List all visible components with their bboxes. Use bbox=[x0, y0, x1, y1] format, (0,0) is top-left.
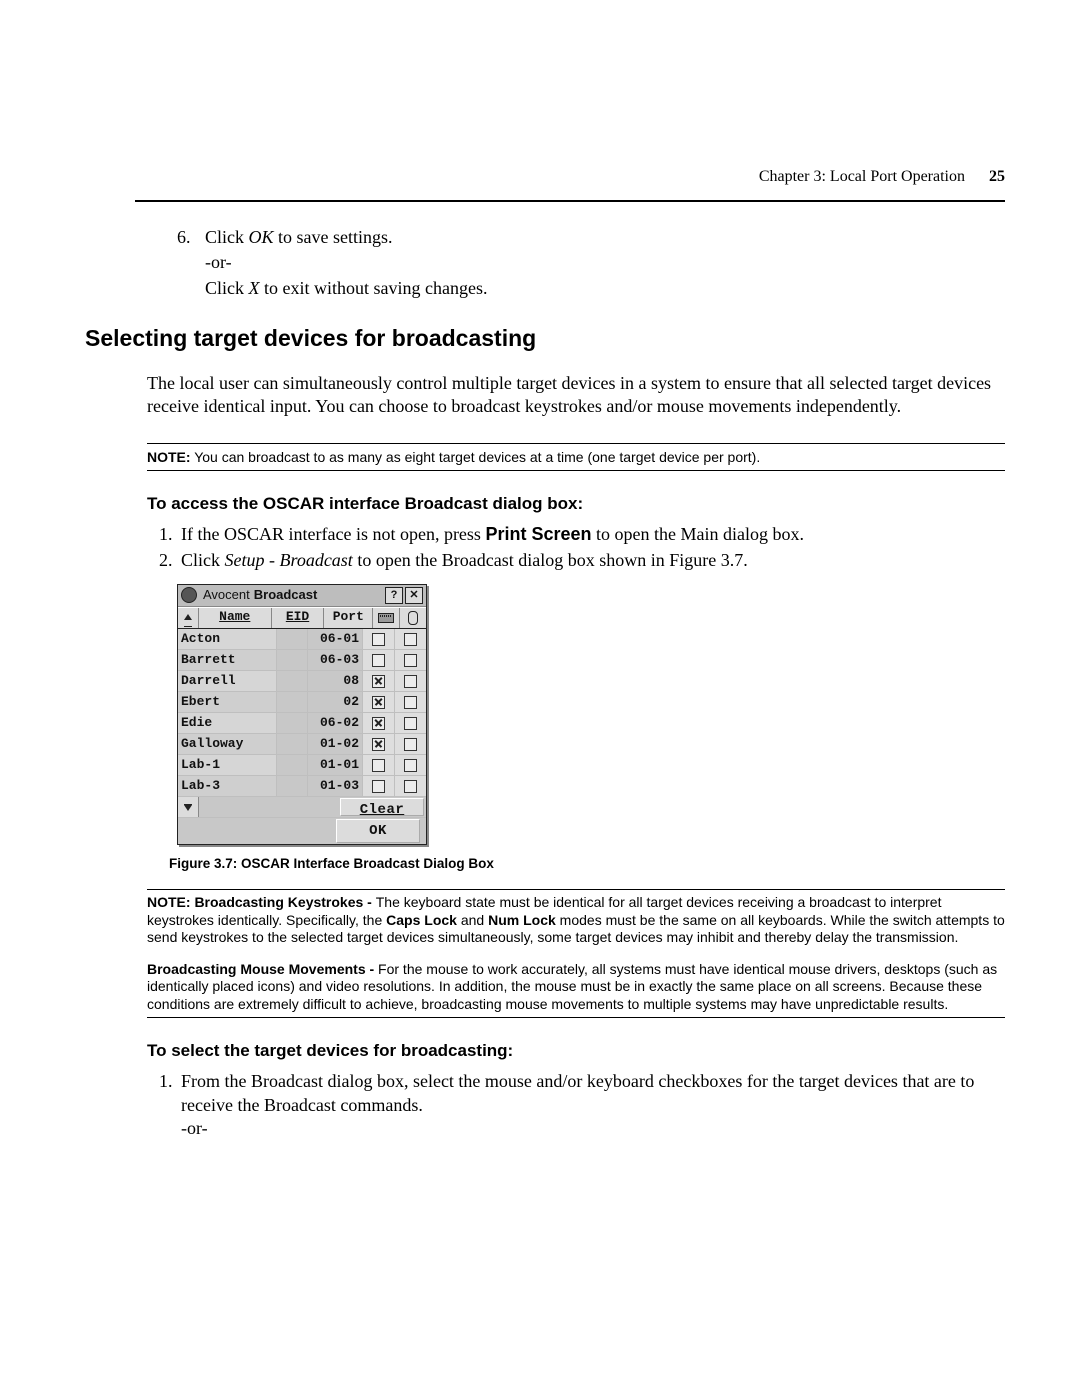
mouse-checkbox[interactable] bbox=[395, 629, 426, 649]
table-row: Acton 06-01 bbox=[178, 629, 426, 650]
cell-port: 01-02 bbox=[308, 734, 363, 754]
column-port[interactable]: Port bbox=[324, 608, 373, 628]
clear-button[interactable]: Clear bbox=[340, 798, 424, 816]
note-keystrokes: NOTE: Broadcasting Keystrokes - The keyb… bbox=[147, 889, 1005, 947]
close-button[interactable]: ✕ bbox=[405, 587, 423, 604]
help-button[interactable]: ? bbox=[385, 587, 403, 604]
cell-name: Lab-3 bbox=[178, 776, 277, 796]
cell-port: 06-02 bbox=[308, 713, 363, 733]
cell-name: Darrell bbox=[178, 671, 277, 691]
note-mouse: Broadcasting Mouse Movements - For the m… bbox=[147, 961, 1005, 1019]
steps-select: From the Broadcast dialog box, select th… bbox=[147, 1070, 1005, 1140]
step-1: If the OSCAR interface is not open, pres… bbox=[177, 523, 1005, 546]
ok-button[interactable]: OK bbox=[336, 819, 420, 843]
table-row: Lab-1 01-01 bbox=[178, 755, 426, 776]
table-row: Lab-3 01-03 bbox=[178, 776, 426, 797]
keyboard-checkbox[interactable] bbox=[363, 650, 395, 670]
keyboard-checkbox[interactable] bbox=[363, 755, 395, 775]
step-number: 6. bbox=[177, 226, 191, 249]
table-row: Ebert 02 bbox=[178, 692, 426, 713]
broadcast-dialog: Avocent Broadcast ? ✕ Name EID Port Acto… bbox=[177, 584, 427, 846]
figure-caption: Figure 3.7: OSCAR Interface Broadcast Di… bbox=[169, 855, 1005, 873]
cell-port: 06-03 bbox=[308, 650, 363, 670]
cell-port: 06-01 bbox=[308, 629, 363, 649]
keyboard-checkbox[interactable] bbox=[363, 692, 395, 712]
column-name[interactable]: Name bbox=[199, 608, 272, 628]
continued-step-6: 6. Click OK to save settings. -or- Click… bbox=[135, 226, 1005, 300]
cell-name: Galloway bbox=[178, 734, 277, 754]
cell-name: Barrett bbox=[178, 650, 277, 670]
note2-label: NOTE: Broadcasting Keystrokes - bbox=[147, 894, 376, 910]
arrow-down-icon bbox=[184, 805, 192, 811]
cell-port: 01-01 bbox=[308, 755, 363, 775]
cell-port: 01-03 bbox=[308, 776, 363, 796]
dialog-brand: Avocent bbox=[203, 587, 250, 604]
cell-port: 08 bbox=[308, 671, 363, 691]
mouse-checkbox[interactable] bbox=[395, 650, 426, 670]
page-header: Chapter 3: Local Port Operation 25 bbox=[135, 168, 1005, 202]
keyboard-icon bbox=[378, 613, 394, 623]
keyboard-checkbox[interactable] bbox=[363, 671, 395, 691]
chapter-label: Chapter 3: Local Port Operation bbox=[759, 168, 965, 185]
column-eid[interactable]: EID bbox=[272, 608, 325, 628]
arrow-up-icon bbox=[184, 614, 192, 620]
note-label: NOTE: bbox=[147, 449, 191, 465]
mouse-checkbox[interactable] bbox=[395, 776, 426, 796]
table-row: Barrett 06-03 bbox=[178, 650, 426, 671]
subsection-select-targets: To select the target devices for broadca… bbox=[147, 1040, 1005, 1062]
mouse-checkbox[interactable] bbox=[395, 692, 426, 712]
scroll-up-button[interactable] bbox=[178, 608, 199, 628]
page-number: 25 bbox=[989, 168, 1005, 185]
mouse-checkbox[interactable] bbox=[395, 713, 426, 733]
cell-name: Acton bbox=[178, 629, 277, 649]
subsection-access-broadcast: To access the OSCAR interface Broadcast … bbox=[147, 493, 1005, 515]
mouse-checkbox[interactable] bbox=[395, 755, 426, 775]
cell-name: Lab-1 bbox=[178, 755, 277, 775]
column-headers: Name EID Port bbox=[178, 607, 426, 629]
step-1-select: From the Broadcast dialog box, select th… bbox=[177, 1070, 1005, 1140]
keyboard-checkbox[interactable] bbox=[363, 734, 395, 754]
cell-port: 02 bbox=[308, 692, 363, 712]
cell-name: Ebert bbox=[178, 692, 277, 712]
globe-icon bbox=[181, 587, 197, 603]
mouse-checkbox[interactable] bbox=[395, 671, 426, 691]
step-2: Click Setup - Broadcast to open the Broa… bbox=[177, 549, 1005, 572]
note3-label: Broadcasting Mouse Movements - bbox=[147, 961, 378, 977]
table-row: Galloway 01-02 bbox=[178, 734, 426, 755]
dialog-titlebar: Avocent Broadcast ? ✕ bbox=[178, 585, 426, 607]
cell-name: Edie bbox=[178, 713, 277, 733]
steps-access: If the OSCAR interface is not open, pres… bbox=[147, 523, 1005, 572]
mouse-checkbox[interactable] bbox=[395, 734, 426, 754]
keyboard-checkbox[interactable] bbox=[363, 776, 395, 796]
section-heading: Selecting target devices for broadcastin… bbox=[85, 324, 1005, 354]
column-keyboard[interactable] bbox=[373, 608, 400, 628]
column-mouse[interactable] bbox=[400, 608, 426, 628]
table-row: Edie 06-02 bbox=[178, 713, 426, 734]
table-row: Darrell 08 bbox=[178, 671, 426, 692]
note-eight-devices: NOTE: You can broadcast to as many as ei… bbox=[147, 443, 1005, 471]
keyboard-checkbox[interactable] bbox=[363, 713, 395, 733]
scroll-down-button[interactable] bbox=[178, 797, 199, 817]
keyboard-checkbox[interactable] bbox=[363, 629, 395, 649]
intro-paragraph: The local user can simultaneously contro… bbox=[147, 372, 1005, 419]
dialog-title: Broadcast bbox=[254, 587, 318, 604]
mouse-icon bbox=[408, 611, 418, 625]
